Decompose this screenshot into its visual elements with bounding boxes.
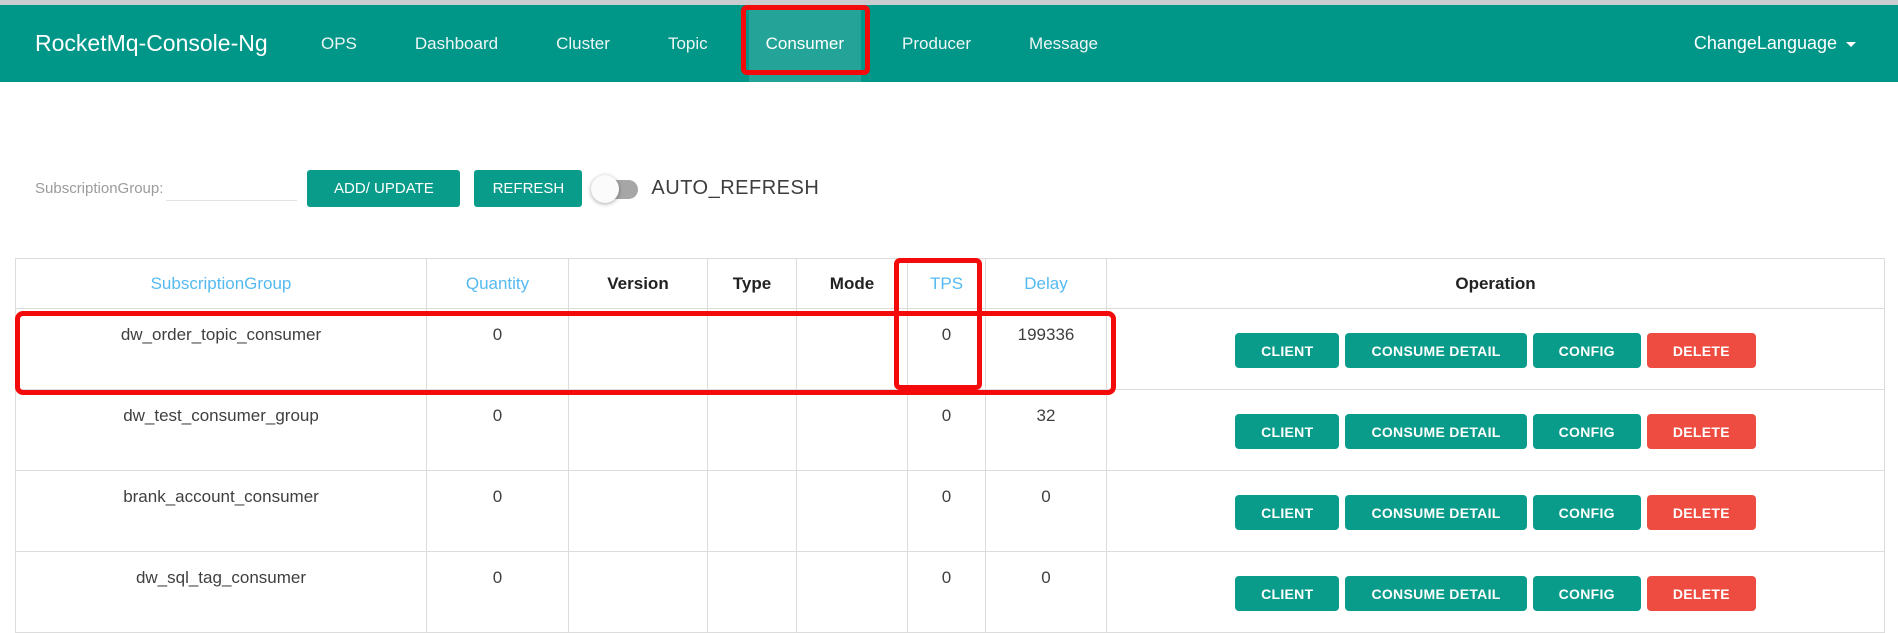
nav-item-consumer-label: Consumer <box>766 34 844 54</box>
client-button[interactable]: CLIENT <box>1235 576 1339 611</box>
cell-delay: 199336 <box>986 309 1107 390</box>
nav-item-ops[interactable]: OPS <box>304 5 374 82</box>
navbar: RocketMq-Console-Ng OPS Dashboard Cluste… <box>0 5 1898 82</box>
app-brand[interactable]: RocketMq-Console-Ng <box>35 30 252 57</box>
cell-quantity: 0 <box>427 390 569 471</box>
cell-mode <box>797 390 908 471</box>
cell-subscription-group: dw_test_consumer_group <box>16 390 427 471</box>
column-header-type: Type <box>708 259 797 309</box>
consume-detail-button[interactable]: CONSUME DETAIL <box>1345 495 1526 530</box>
cell-tps: 0 <box>908 309 986 390</box>
consumer-table-wrap: SubscriptionGroup Quantity Version Type … <box>15 258 1884 633</box>
cell-mode <box>797 471 908 552</box>
cell-type <box>708 471 797 552</box>
auto-refresh-label: AUTO_REFRESH <box>651 177 819 200</box>
nav-item-producer[interactable]: Producer <box>885 5 988 82</box>
cell-type <box>708 390 797 471</box>
nav-item-cluster[interactable]: Cluster <box>539 5 627 82</box>
table-row: dw_test_consumer_group 0 0 32 CLIENT CON… <box>16 390 1885 471</box>
config-button[interactable]: CONFIG <box>1533 333 1641 368</box>
nav-item-topic[interactable]: Topic <box>651 5 725 82</box>
change-language-label: ChangeLanguage <box>1694 33 1837 54</box>
cell-operation: CLIENT CONSUME DETAIL CONFIG DELETE <box>1107 471 1885 552</box>
change-language-menu[interactable]: ChangeLanguage <box>1694 33 1856 54</box>
cell-tps: 0 <box>908 552 986 633</box>
caret-down-icon <box>1846 42 1856 47</box>
cell-version <box>569 309 708 390</box>
cell-mode <box>797 552 908 633</box>
cell-type <box>708 552 797 633</box>
table-row: dw_sql_tag_consumer 0 0 0 CLIENT CONSUME… <box>16 552 1885 633</box>
config-button[interactable]: CONFIG <box>1533 495 1641 530</box>
cell-subscription-group: dw_sql_tag_consumer <box>16 552 427 633</box>
cell-mode <box>797 309 908 390</box>
cell-operation: CLIENT CONSUME DETAIL CONFIG DELETE <box>1107 309 1885 390</box>
column-header-version: Version <box>569 259 708 309</box>
cell-version <box>569 390 708 471</box>
delete-button[interactable]: DELETE <box>1647 576 1756 611</box>
cell-subscription-group: brank_account_consumer <box>16 471 427 552</box>
consumer-table: SubscriptionGroup Quantity Version Type … <box>15 258 1885 633</box>
cell-operation: CLIENT CONSUME DETAIL CONFIG DELETE <box>1107 390 1885 471</box>
cell-version <box>569 552 708 633</box>
cell-quantity: 0 <box>427 552 569 633</box>
column-header-delay[interactable]: Delay <box>986 259 1107 309</box>
config-button[interactable]: CONFIG <box>1533 576 1641 611</box>
consume-detail-button[interactable]: CONSUME DETAIL <box>1345 576 1526 611</box>
consume-detail-button[interactable]: CONSUME DETAIL <box>1345 333 1526 368</box>
refresh-button[interactable]: REFRESH <box>474 170 582 207</box>
cell-operation: CLIENT CONSUME DETAIL CONFIG DELETE <box>1107 552 1885 633</box>
column-header-quantity[interactable]: Quantity <box>427 259 569 309</box>
auto-refresh-toggle[interactable] <box>591 175 638 203</box>
cell-type <box>708 309 797 390</box>
column-header-mode: Mode <box>797 259 908 309</box>
toggle-thumb <box>591 175 619 203</box>
nav-item-consumer[interactable]: Consumer <box>749 5 861 82</box>
cell-tps: 0 <box>908 390 986 471</box>
table-row: brank_account_consumer 0 0 0 CLIENT CONS… <box>16 471 1885 552</box>
cell-subscription-group: dw_order_topic_consumer <box>16 309 427 390</box>
cell-tps: 0 <box>908 471 986 552</box>
consume-detail-button[interactable]: CONSUME DETAIL <box>1345 414 1526 449</box>
config-button[interactable]: CONFIG <box>1533 414 1641 449</box>
nav-item-dashboard[interactable]: Dashboard <box>398 5 515 82</box>
delete-button[interactable]: DELETE <box>1647 414 1756 449</box>
cell-delay: 0 <box>986 471 1107 552</box>
delete-button[interactable]: DELETE <box>1647 495 1756 530</box>
table-header-row: SubscriptionGroup Quantity Version Type … <box>16 259 1885 309</box>
cell-quantity: 0 <box>427 309 569 390</box>
client-button[interactable]: CLIENT <box>1235 333 1339 368</box>
nav-item-message[interactable]: Message <box>1012 5 1115 82</box>
toolbar: SubscriptionGroup: ADD/ UPDATE REFRESH A… <box>35 170 1898 207</box>
main-nav: OPS Dashboard Cluster Topic Consumer Pro… <box>292 5 1127 82</box>
cell-version <box>569 471 708 552</box>
subscription-group-label: SubscriptionGroup: <box>35 180 163 197</box>
column-header-tps[interactable]: TPS <box>908 259 986 309</box>
column-header-operation: Operation <box>1107 259 1885 309</box>
client-button[interactable]: CLIENT <box>1235 495 1339 530</box>
cell-delay: 0 <box>986 552 1107 633</box>
column-header-subscription-group[interactable]: SubscriptionGroup <box>16 259 427 309</box>
cell-quantity: 0 <box>427 471 569 552</box>
subscription-group-input[interactable] <box>166 177 297 201</box>
client-button[interactable]: CLIENT <box>1235 414 1339 449</box>
cell-delay: 32 <box>986 390 1107 471</box>
add-update-button[interactable]: ADD/ UPDATE <box>307 170 460 207</box>
table-row: dw_order_topic_consumer 0 0 199336 CLIEN… <box>16 309 1885 390</box>
delete-button[interactable]: DELETE <box>1647 333 1756 368</box>
